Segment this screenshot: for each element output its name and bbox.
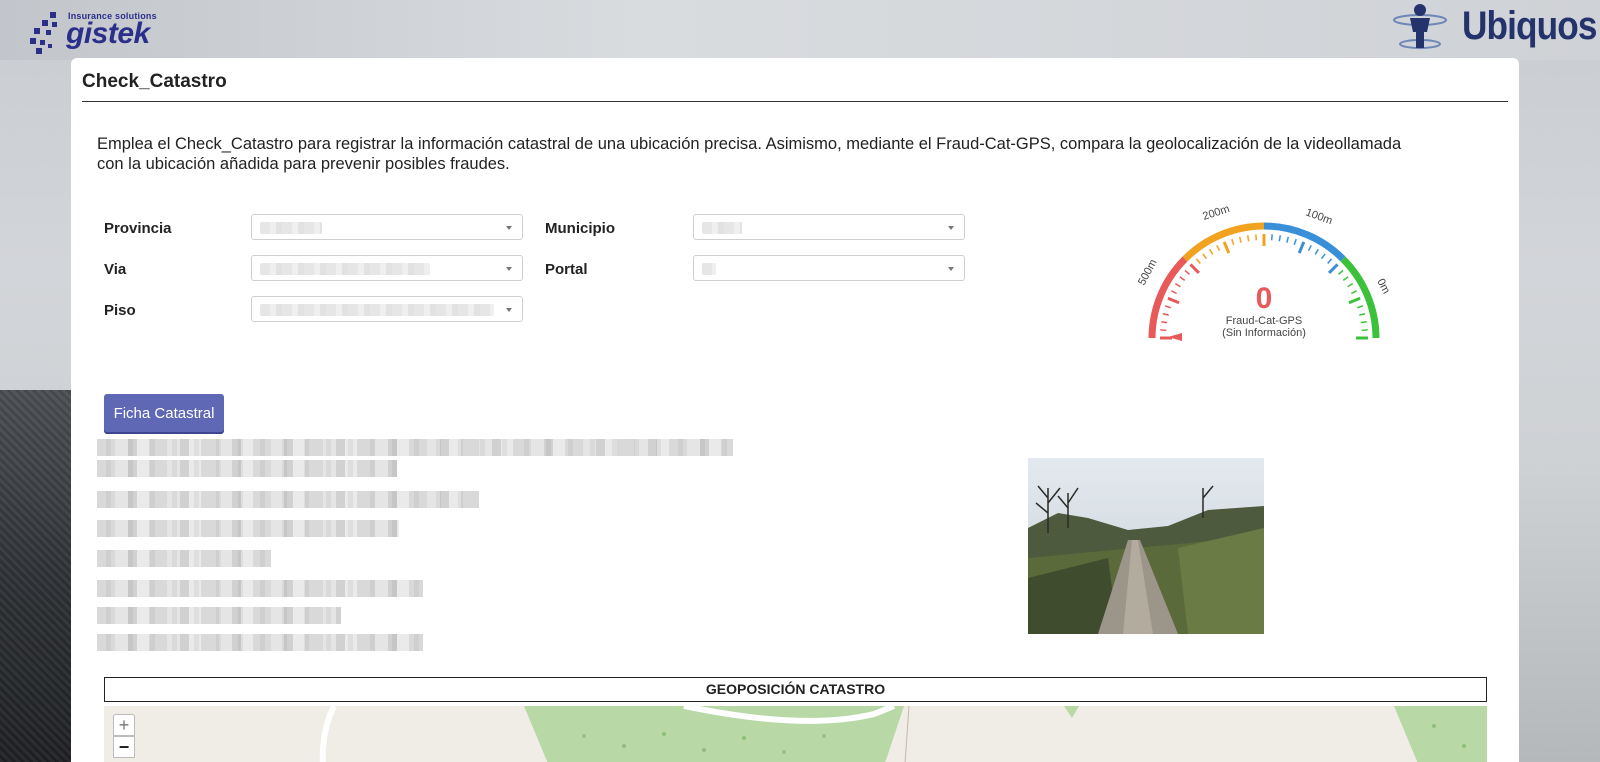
gauge-tick bbox=[1238, 236, 1242, 243]
ubiquos-logo: Ubiquos bbox=[1392, 0, 1598, 56]
gauge-tick-200: 200m bbox=[1201, 203, 1231, 223]
piso-select[interactable] bbox=[251, 296, 523, 322]
provincia-value-redacted bbox=[260, 222, 322, 234]
gauge-tick bbox=[1184, 269, 1190, 275]
gauge-tick bbox=[1327, 263, 1339, 275]
redacted-info-line bbox=[97, 520, 399, 537]
gauge-tick bbox=[1286, 236, 1290, 243]
gauge-tick bbox=[1189, 263, 1201, 275]
intro-text: Emplea el Check_Catastro para registrar … bbox=[97, 135, 1402, 173]
gauge-tick bbox=[1164, 305, 1172, 309]
background-top bbox=[0, 0, 1600, 60]
gauge-tick bbox=[1342, 276, 1349, 282]
gauge-tick bbox=[1174, 283, 1181, 288]
property-photo bbox=[1028, 458, 1264, 634]
provincia-label: Provincia bbox=[104, 220, 172, 237]
portal-value-redacted bbox=[702, 263, 716, 275]
redacted-info-line bbox=[97, 439, 733, 456]
gistek-wordmark: gistek bbox=[66, 17, 150, 50]
page-title: Check_Catastro bbox=[82, 71, 227, 92]
municipio-label: Municipio bbox=[545, 220, 615, 237]
gauge-tick bbox=[1162, 312, 1169, 316]
chevron-down-icon bbox=[506, 267, 512, 271]
redacted-info-line bbox=[97, 460, 397, 477]
gauge-tick bbox=[1297, 241, 1306, 254]
gauge-tick bbox=[1360, 320, 1367, 324]
gauge-caption-line2: (Sin Información) bbox=[1222, 327, 1306, 339]
gauge-tick bbox=[1216, 244, 1221, 252]
map-header: GEOPOSICIÓN CATASTRO bbox=[104, 677, 1487, 702]
gauge-tick bbox=[1202, 253, 1208, 260]
background-fabric bbox=[0, 390, 72, 762]
gauge-tick bbox=[1314, 248, 1319, 255]
gauge-tick bbox=[1161, 320, 1168, 324]
ficha-catastral-button[interactable]: Ficha Catastral bbox=[104, 394, 224, 432]
gauge-tick bbox=[1246, 235, 1250, 242]
gauge-tick bbox=[1307, 244, 1312, 252]
gauge-tick bbox=[1222, 241, 1231, 254]
gauge-tick bbox=[1348, 296, 1361, 305]
gauge-tick-500: 500m bbox=[1136, 257, 1160, 287]
provincia-select[interactable] bbox=[251, 214, 523, 240]
title-divider bbox=[82, 101, 1508, 102]
gauge-needle bbox=[1168, 333, 1182, 341]
redacted-info-line bbox=[97, 491, 479, 508]
gauge-tick-0: 0m bbox=[1374, 277, 1392, 296]
redacted-info-line bbox=[97, 550, 271, 567]
gauge-tick bbox=[1359, 312, 1366, 316]
gauge-tick bbox=[1293, 238, 1297, 246]
via-select[interactable] bbox=[251, 255, 523, 281]
chevron-down-icon bbox=[506, 308, 512, 312]
gauge-caption-line1: Fraud-Cat-GPS bbox=[1226, 315, 1302, 327]
map-zoom-in-button[interactable]: + bbox=[113, 714, 135, 736]
gauge-tick bbox=[1338, 269, 1344, 275]
portal-label: Portal bbox=[545, 261, 588, 278]
gauge-tick bbox=[1167, 296, 1180, 305]
gistek-logo-mark bbox=[30, 12, 57, 54]
gauge-tick bbox=[1350, 290, 1358, 295]
gauge-tick bbox=[1231, 238, 1235, 246]
gauge-value: 0 bbox=[1256, 282, 1273, 315]
fraud-cat-gps-gauge: 500m 200m 100m 0m 0 Fraud-Cat-GPS (Sin I… bbox=[1136, 203, 1392, 341]
ubiquos-logo-mark bbox=[1393, 4, 1447, 49]
gauge-tick bbox=[1179, 276, 1186, 282]
via-value-redacted bbox=[260, 263, 430, 275]
map-tiles bbox=[319, 706, 1487, 762]
chevron-down-icon bbox=[948, 267, 954, 271]
gauge-tick bbox=[1195, 258, 1201, 264]
gistek-logo: Insurance solutions gistek bbox=[28, 6, 178, 58]
municipio-select[interactable] bbox=[693, 214, 965, 240]
chevron-down-icon bbox=[948, 226, 954, 230]
redacted-info-line bbox=[97, 634, 423, 651]
gauge-tick bbox=[1320, 253, 1326, 260]
gauge-tick-100: 100m bbox=[1304, 207, 1334, 228]
gauge-tick bbox=[1356, 305, 1364, 309]
piso-label: Piso bbox=[104, 302, 136, 319]
municipio-value-redacted bbox=[702, 222, 742, 234]
gauge-tick bbox=[1209, 248, 1214, 255]
ubiquos-wordmark: Ubiquos bbox=[1462, 4, 1598, 48]
gauge-tick bbox=[1278, 235, 1282, 242]
check-catastro-card: Check_Catastro Emplea el Check_Catastro … bbox=[71, 58, 1519, 762]
geoposicion-map[interactable]: + − bbox=[104, 706, 1487, 762]
redacted-info-line bbox=[97, 607, 341, 624]
chevron-down-icon bbox=[506, 226, 512, 230]
piso-value-redacted bbox=[260, 304, 494, 316]
gauge-tick bbox=[1327, 258, 1333, 264]
via-label: Via bbox=[104, 261, 127, 278]
redacted-info-line bbox=[97, 580, 423, 597]
map-zoom-out-button[interactable]: − bbox=[113, 736, 135, 758]
gauge-tick bbox=[1170, 290, 1178, 295]
gauge-tick bbox=[1347, 283, 1354, 288]
portal-select[interactable] bbox=[693, 255, 965, 281]
